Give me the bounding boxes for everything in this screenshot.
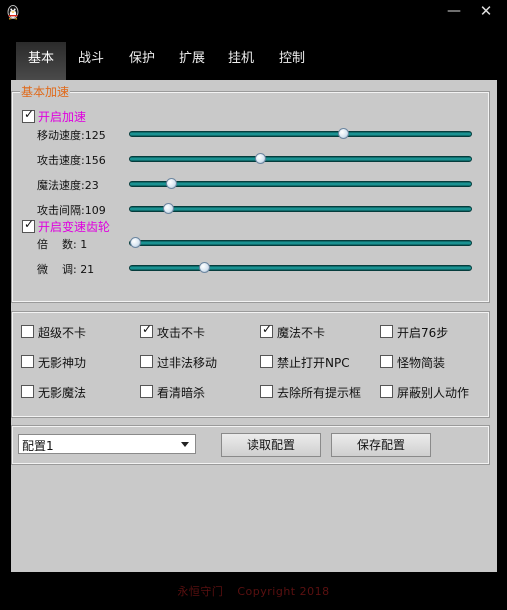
option-checkbox[interactable] <box>140 355 153 368</box>
enable-gear-checkbox[interactable] <box>22 217 35 233</box>
option-checkbox[interactable] <box>260 385 273 398</box>
chevron-down-icon[interactable] <box>181 442 189 447</box>
close-button[interactable]: ✕ <box>475 0 497 24</box>
enable-accel-label: 开启加速 <box>38 110 87 124</box>
option-checkbox[interactable] <box>380 385 393 398</box>
attack-interval-slider-knob[interactable] <box>163 203 174 214</box>
attack-speed-label: 攻击速度:156 <box>37 154 106 167</box>
option-label: 怪物简装 <box>397 356 446 370</box>
title-bar: — ✕ <box>0 0 507 24</box>
option-label: 过非法移动 <box>157 356 218 370</box>
attack-speed-slider-knob[interactable] <box>255 153 266 164</box>
tab-combat[interactable]: 战斗 <box>66 42 116 80</box>
option-label: 无影魔法 <box>38 386 87 400</box>
option-checkbox[interactable] <box>380 325 393 338</box>
tab-bar: 基本 战斗 保护 扩展 挂机 控制 <box>11 42 497 80</box>
config-select-value: 配置1 <box>22 439 54 453</box>
read-config-button[interactable]: 读取配置 <box>221 433 321 457</box>
multiplier-slider-knob[interactable] <box>130 237 141 248</box>
option-checkbox[interactable] <box>140 385 153 398</box>
magic-speed-label: 魔法速度:23 <box>37 179 99 192</box>
attack-speed-slider[interactable] <box>129 153 472 164</box>
main-content: 基本加速 开启加速 移动速度:125 攻击速度:156 魔法速度:23 攻击间隔… <box>11 80 497 572</box>
config-panel: 配置1 读取配置 保存配置 <box>11 425 490 465</box>
option-checkbox[interactable] <box>21 325 34 338</box>
tab-protect[interactable]: 保护 <box>117 42 167 80</box>
tab-basic[interactable]: 基本 <box>16 42 66 80</box>
footer-copyright: Copyright 2018 <box>237 585 330 598</box>
attack-interval-label: 攻击间隔:109 <box>37 204 106 217</box>
option-label: 去除所有提示框 <box>277 386 362 400</box>
magic-speed-slider-knob[interactable] <box>166 178 177 189</box>
accel-group-title: 基本加速 <box>20 83 71 100</box>
fine-tune-slider-knob[interactable] <box>199 262 210 273</box>
fine-tune-label: 微 调: 21 <box>37 263 95 276</box>
move-speed-label: 移动速度:125 <box>37 129 106 142</box>
option-checkbox[interactable] <box>260 355 273 368</box>
minimize-button[interactable]: — <box>443 0 465 24</box>
footer: 永恒守门 Copyright 2018 <box>0 583 507 599</box>
config-select[interactable]: 配置1 <box>18 434 196 454</box>
move-speed-slider[interactable] <box>129 128 472 139</box>
multiplier-label: 倍 数: 1 <box>37 238 88 251</box>
tab-afk[interactable]: 挂机 <box>216 42 266 80</box>
option-label: 超级不卡 <box>38 326 87 340</box>
option-label: 屏蔽别人动作 <box>397 386 470 400</box>
option-checkbox[interactable] <box>140 322 153 338</box>
multiplier-slider[interactable] <box>129 237 472 248</box>
tab-control[interactable]: 控制 <box>267 42 317 80</box>
option-label: 魔法不卡 <box>277 326 326 340</box>
option-label: 禁止打开NPC <box>277 356 350 370</box>
option-checkbox[interactable] <box>21 355 34 368</box>
enable-gear-label: 开启变速齿轮 <box>38 220 111 234</box>
footer-brand: 永恒守门 <box>177 585 224 598</box>
fine-tune-slider[interactable] <box>129 262 472 273</box>
magic-speed-slider[interactable] <box>129 178 472 189</box>
save-config-button[interactable]: 保存配置 <box>331 433 431 457</box>
option-checkbox[interactable] <box>21 385 34 398</box>
option-label: 无影神功 <box>38 356 87 370</box>
option-checkbox[interactable] <box>260 322 273 338</box>
options-panel: 超级不卡 攻击不卡 魔法不卡 开启76步 无影神功 过非法移动 禁止打开NPC <box>11 311 490 418</box>
enable-accel-checkbox[interactable] <box>22 107 35 123</box>
option-label: 开启76步 <box>397 326 449 340</box>
move-speed-slider-knob[interactable] <box>338 128 349 139</box>
penguin-app-icon <box>7 5 19 20</box>
tab-extend[interactable]: 扩展 <box>167 42 217 80</box>
option-checkbox[interactable] <box>380 355 393 368</box>
option-label: 攻击不卡 <box>157 326 206 340</box>
accel-group: 基本加速 开启加速 移动速度:125 攻击速度:156 魔法速度:23 攻击间隔… <box>11 83 490 303</box>
option-label: 看清暗杀 <box>157 386 206 400</box>
attack-interval-slider[interactable] <box>129 203 472 214</box>
